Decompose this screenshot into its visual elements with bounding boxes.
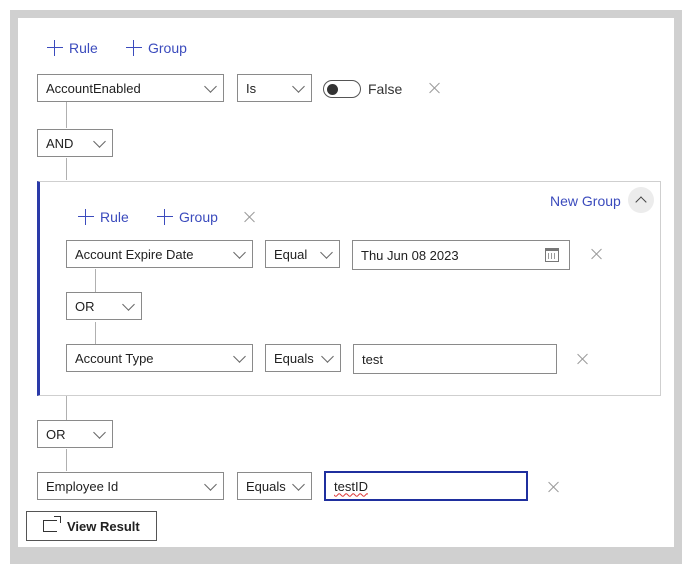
connector-line <box>66 396 67 420</box>
remove-rule-icon[interactable] <box>429 82 441 94</box>
external-link-icon <box>43 516 61 532</box>
date-input-value: Thu Jun 08 2023 <box>361 247 459 263</box>
chevron-down-icon <box>233 350 246 363</box>
connector-line <box>66 158 67 180</box>
field-select-value: AccountEnabled <box>46 80 141 96</box>
chevron-down-icon <box>321 350 334 363</box>
plus-icon <box>78 209 94 225</box>
connector-line <box>66 449 67 471</box>
group-add-group-button[interactable]: Group <box>157 207 218 227</box>
value-toggle[interactable] <box>323 80 361 98</box>
field-select[interactable]: AccountEnabled <box>37 74 224 102</box>
chevron-down-icon <box>204 478 217 491</box>
operator-select-value: Equals <box>246 478 286 494</box>
field-select-value: Employee Id <box>46 478 119 494</box>
add-group-label: Group <box>148 40 187 56</box>
join-select-value: OR <box>46 426 66 442</box>
frame-border <box>10 10 18 564</box>
chevron-down-icon <box>233 246 246 259</box>
chevron-down-icon <box>292 478 305 491</box>
connector-line <box>95 322 96 344</box>
chevron-down-icon <box>292 80 305 93</box>
query-builder-window: Rule Group AccountEnabled Is False AND N… <box>0 0 689 577</box>
group-operator-select[interactable]: Equal <box>265 240 340 268</box>
connector-line <box>66 102 67 128</box>
chevron-down-icon <box>93 135 106 148</box>
collapse-group-button[interactable] <box>628 187 654 213</box>
operator-select[interactable]: Equals <box>237 472 312 500</box>
value-input[interactable]: testID <box>324 471 528 501</box>
group-field-select[interactable]: Account Expire Date <box>66 240 253 268</box>
group-join-select-value: OR <box>75 298 95 314</box>
field-select[interactable]: Employee Id <box>37 472 224 500</box>
group-operator-select[interactable]: Equals <box>265 344 341 372</box>
value-input[interactable]: test <box>353 344 557 374</box>
plus-icon <box>126 40 142 56</box>
value-input-text: testID <box>334 478 368 494</box>
plus-icon <box>157 209 173 225</box>
remove-rule-icon[interactable] <box>548 481 560 493</box>
frame-border <box>10 547 682 564</box>
date-input[interactable]: Thu Jun 08 2023 <box>352 240 570 270</box>
group-add-group-label: Group <box>179 209 218 225</box>
operator-select[interactable]: Is <box>237 74 312 102</box>
join-select-value: AND <box>46 135 74 151</box>
group-add-rule-button[interactable]: Rule <box>78 207 129 227</box>
chevron-down-icon <box>204 80 217 93</box>
connector-line <box>95 269 96 292</box>
group-field-select[interactable]: Account Type <box>66 344 253 372</box>
toggle-label: False <box>368 81 403 97</box>
group-field-select-value: Account Expire Date <box>75 246 194 262</box>
group-join-select[interactable]: OR <box>66 292 142 320</box>
group-title: New Group <box>550 193 621 209</box>
chevron-down-icon <box>122 298 135 311</box>
view-result-label: View Result <box>67 518 140 534</box>
remove-group-icon[interactable] <box>244 211 256 223</box>
calendar-icon[interactable] <box>545 248 559 262</box>
add-group-button[interactable]: Group <box>126 38 187 58</box>
group-operator-select-value: Equal <box>274 246 308 262</box>
toggle-knob <box>327 83 338 95</box>
chevron-down-icon <box>93 426 106 439</box>
join-select[interactable]: OR <box>37 420 113 448</box>
remove-rule-icon[interactable] <box>591 248 603 260</box>
chevron-down-icon <box>320 246 333 259</box>
group-add-rule-label: Rule <box>100 209 129 225</box>
join-select[interactable]: AND <box>37 129 113 157</box>
operator-select-value: Is <box>246 80 257 96</box>
group-field-select-value: Account Type <box>75 350 154 366</box>
value-input-text: test <box>362 351 383 367</box>
view-result-button[interactable]: View Result <box>26 511 157 541</box>
add-rule-button[interactable]: Rule <box>47 38 98 58</box>
frame-border <box>674 10 682 564</box>
frame-border <box>10 10 678 18</box>
remove-rule-icon[interactable] <box>577 353 589 365</box>
plus-icon <box>47 40 63 56</box>
group-operator-select-value: Equals <box>274 350 314 366</box>
add-rule-label: Rule <box>69 40 98 56</box>
